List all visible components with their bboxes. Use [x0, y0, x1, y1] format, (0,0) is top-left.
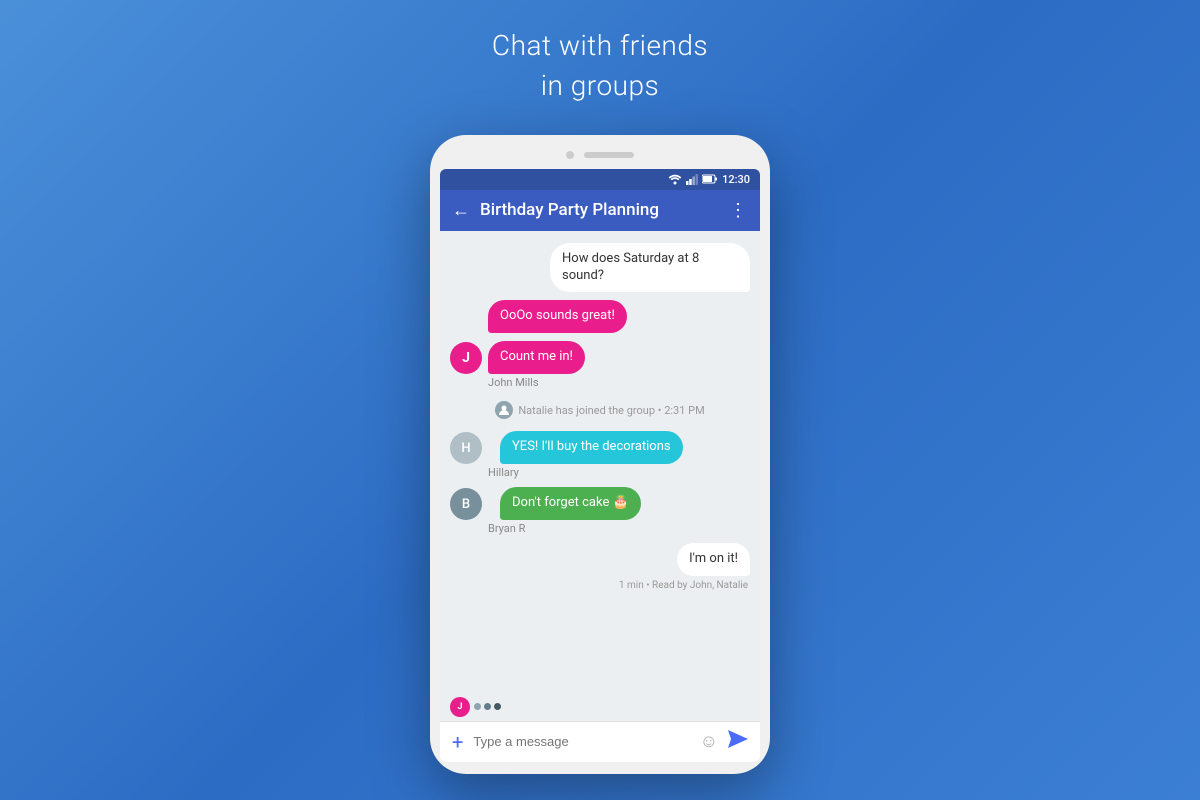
chat-title: Birthday Party Planning	[480, 200, 719, 220]
phone-screen: 12:30 ← Birthday Party Planning ⋮ How do…	[440, 169, 760, 762]
back-button[interactable]: ←	[452, 200, 470, 221]
typing-row: J	[440, 691, 760, 721]
bubble-7: I'm on it!	[677, 543, 750, 576]
more-options-button[interactable]: ⋮	[729, 200, 748, 221]
sender-name-john: John Mills	[488, 376, 750, 389]
status-icons: 12:30	[668, 173, 750, 186]
chat-area: How does Saturday at 8 sound? OoOo sound…	[440, 231, 760, 691]
avatar-hillary: H	[450, 432, 482, 464]
page-headline: Chat with friends in groups	[492, 26, 708, 104]
message-input[interactable]	[473, 734, 689, 749]
dot-3	[494, 703, 501, 710]
typing-avatar: J	[450, 697, 470, 717]
message-row-2: OoOo sounds great!	[450, 300, 750, 333]
status-bar: 12:30	[440, 169, 760, 190]
signal-icon	[686, 174, 698, 185]
typing-dots	[474, 703, 501, 710]
system-message-natalie: Natalie has joined the group • 2:31 PM	[450, 401, 750, 419]
dot-2	[484, 703, 491, 710]
status-time: 12:30	[722, 173, 750, 186]
phone-camera	[566, 151, 574, 159]
sender-name-hillary: Hillary	[488, 466, 750, 479]
dot-1	[474, 703, 481, 710]
bubble-1: How does Saturday at 8 sound?	[550, 243, 750, 293]
battery-icon	[702, 174, 718, 184]
bubble-6: Don't forget cake 🎂	[500, 487, 641, 520]
app-bar: ← Birthday Party Planning ⋮	[440, 190, 760, 231]
phone-speaker	[584, 152, 634, 158]
wifi-icon	[668, 174, 682, 185]
headline-line1: Chat with friends	[492, 29, 708, 62]
message-row-3: J Count me in!	[450, 341, 750, 374]
message-row-7: I'm on it!	[450, 543, 750, 576]
input-bar: + ☺	[440, 721, 760, 762]
bubble-2: OoOo sounds great!	[488, 300, 627, 333]
headline-line2: in groups	[541, 69, 660, 102]
bubble-5: YES! I'll buy the decorations	[500, 431, 683, 464]
phone-shell: 12:30 ← Birthday Party Planning ⋮ How do…	[430, 135, 770, 774]
message-row-6: B Don't forget cake 🎂	[450, 487, 750, 520]
emoji-button[interactable]: ☺	[700, 731, 718, 752]
avatar-bryan: B	[450, 488, 482, 520]
read-receipt: 1 min • Read by John, Natalie	[450, 580, 750, 591]
avatar-john-circle: J	[450, 342, 482, 374]
natalie-system-avatar	[495, 401, 513, 419]
message-row-5: H YES! I'll buy the decorations	[450, 431, 750, 464]
message-group-john: J Count me in! John Mills	[450, 341, 750, 389]
message-row-1: How does Saturday at 8 sound?	[450, 243, 750, 293]
sender-name-bryan: Bryan R	[488, 522, 750, 535]
message-group-hillary: H YES! I'll buy the decorations Hillary	[450, 431, 750, 479]
send-button[interactable]	[728, 730, 748, 753]
message-group-bryan: B Don't forget cake 🎂 Bryan R	[450, 487, 750, 535]
bubble-3: Count me in!	[488, 341, 585, 374]
add-button[interactable]: +	[452, 730, 463, 754]
phone-top-bar	[440, 151, 760, 169]
